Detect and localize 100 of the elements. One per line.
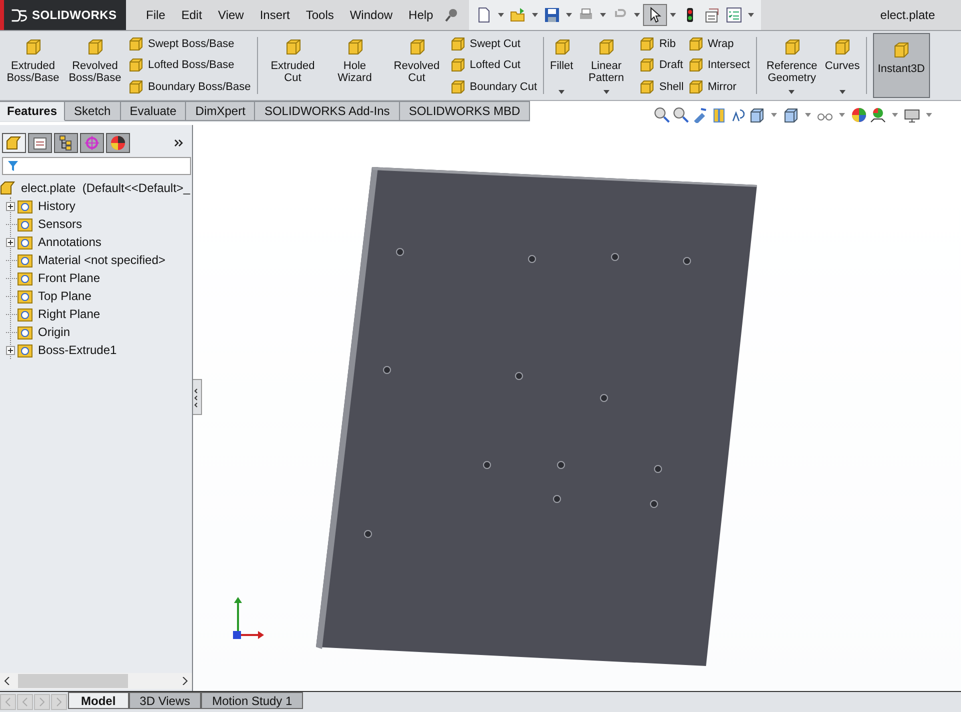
ribbon-button[interactable]: Curves <box>822 33 862 98</box>
save-icon[interactable] <box>544 7 560 23</box>
ribbon-button[interactable]: Instant3D <box>872 33 930 98</box>
expand-icon[interactable] <box>6 238 15 246</box>
command-tab[interactable]: Sketch <box>65 101 121 121</box>
filter-icon <box>7 160 19 172</box>
menu-item[interactable]: File <box>138 0 174 30</box>
tree-item[interactable]: Annotations <box>17 234 102 250</box>
caret-icon[interactable] <box>532 13 538 17</box>
double-chevron-icon[interactable] <box>174 139 184 147</box>
tree-item[interactable]: Right Plane <box>17 306 100 322</box>
manager-tab[interactable] <box>54 133 78 153</box>
menu-item[interactable]: Help <box>400 0 442 30</box>
monitor-icon[interactable] <box>904 107 920 123</box>
caret-icon[interactable] <box>634 13 640 17</box>
ribbon-button[interactable]: Mirror <box>688 79 750 96</box>
ribbon-button[interactable]: Extruded Boss/Base <box>2 33 64 98</box>
caret-icon[interactable] <box>838 90 846 94</box>
command-tab[interactable]: SOLIDWORKS Add-Ins <box>255 101 400 121</box>
options-icon[interactable] <box>704 7 720 23</box>
document-title: elect.plate <box>880 8 936 22</box>
caret-icon[interactable] <box>670 13 676 17</box>
caret-icon[interactable] <box>805 113 811 117</box>
command-tab[interactable]: Features <box>0 101 66 121</box>
ribbon-button[interactable]: Revolved Boss/Base <box>64 33 126 98</box>
scrollbar-thumb[interactable] <box>18 674 128 688</box>
caret-icon[interactable] <box>926 113 932 117</box>
ribbon-button[interactable]: Shell <box>639 79 684 96</box>
bottom-tab[interactable]: Model <box>68 692 129 709</box>
caret-icon[interactable] <box>558 90 566 94</box>
ribbon-button[interactable]: Hole Wizard <box>324 33 386 98</box>
zoom-area-icon[interactable] <box>673 107 689 123</box>
new-document-icon[interactable] <box>476 7 492 23</box>
expand-icon[interactable] <box>6 202 15 210</box>
ribbon-button[interactable]: Extruded Cut <box>262 33 324 98</box>
ribbon-button[interactable]: Wrap <box>688 36 750 52</box>
ribbon-button[interactable]: Swept Cut <box>450 36 537 52</box>
ribbon-button[interactable]: Boundary Boss/Base <box>128 79 251 96</box>
tree-item[interactable]: Material <not specified> <box>17 252 166 268</box>
display-style-icon[interactable] <box>783 107 799 123</box>
expand-icon[interactable] <box>6 346 15 354</box>
ribbon-button[interactable]: Swept Boss/Base <box>128 36 251 52</box>
zoom-to-fit-icon[interactable] <box>654 107 670 123</box>
ribbon-button[interactable]: Lofted Cut <box>450 57 537 74</box>
ribbon-button[interactable]: Draft <box>639 57 684 74</box>
select-button[interactable] <box>643 4 668 26</box>
menu-item[interactable]: View <box>210 0 252 30</box>
panel-collapse-handle[interactable] <box>193 379 202 415</box>
tree-item[interactable]: Front Plane <box>17 270 100 286</box>
bottom-tab[interactable]: 3D Views <box>128 692 202 709</box>
caret-icon[interactable] <box>748 13 754 17</box>
folder-icon <box>17 288 33 304</box>
section-view-icon[interactable] <box>711 107 727 123</box>
folder-icon <box>17 198 33 214</box>
caret-icon[interactable] <box>771 113 777 117</box>
bottom-tab[interactable]: Motion Study 1 <box>201 692 304 709</box>
manager-tab[interactable] <box>2 133 26 153</box>
caret-icon[interactable] <box>498 13 504 17</box>
command-tab[interactable]: Evaluate <box>120 101 186 121</box>
manager-tab[interactable] <box>28 133 52 153</box>
command-tab[interactable]: SOLIDWORKS MBD <box>400 101 530 121</box>
cube-icon <box>128 79 144 96</box>
ribbon-button[interactable]: Rib <box>639 36 684 52</box>
view-orientation-icon[interactable] <box>749 107 765 123</box>
folder-icon <box>17 324 33 340</box>
menu-item[interactable]: Insert <box>252 0 298 30</box>
command-tab[interactable]: DimXpert <box>186 101 256 121</box>
ribbon-button[interactable]: Fillet <box>548 33 576 98</box>
filter-field[interactable] <box>2 157 191 175</box>
tree-item[interactable]: Boss-Extrude1 <box>17 342 117 358</box>
caret-icon[interactable] <box>788 90 796 94</box>
folder-icon <box>17 216 33 232</box>
tree-item[interactable]: History <box>17 198 76 214</box>
menu-item[interactable]: Tools <box>298 0 342 30</box>
menu-item[interactable]: Window <box>342 0 401 30</box>
ribbon-button[interactable]: Linear Pattern <box>575 33 638 98</box>
caret-icon[interactable] <box>600 13 606 17</box>
ribbon-button[interactable]: Revolved Cut <box>386 33 448 98</box>
tree-item[interactable]: Top Plane <box>17 288 92 304</box>
open-folder-icon[interactable] <box>510 7 526 23</box>
folder-icon <box>17 342 33 358</box>
ribbon-button[interactable]: Reference Geometry <box>760 33 823 98</box>
ribbon-button[interactable]: Boundary Cut <box>450 79 537 96</box>
cube-icon <box>639 36 656 52</box>
cube-icon <box>639 79 656 96</box>
caret-icon[interactable] <box>566 13 572 17</box>
manager-tab[interactable] <box>106 133 130 153</box>
scene-icon[interactable] <box>870 107 886 123</box>
tree-item[interactable]: Origin <box>17 324 70 340</box>
caret-icon[interactable] <box>602 90 610 94</box>
ribbon-button[interactable]: Intersect <box>688 57 750 74</box>
horizontal-scrollbar[interactable] <box>0 673 192 689</box>
appearance-icon[interactable] <box>851 107 867 123</box>
checklist-icon[interactable] <box>726 7 742 23</box>
menu-item[interactable]: Edit <box>173 0 210 30</box>
tree-item[interactable]: elect.plate (Default<<Default>_ <box>0 179 192 197</box>
caret-icon[interactable] <box>892 113 898 117</box>
caret-icon[interactable] <box>839 113 845 117</box>
ribbon-button[interactable]: Lofted Boss/Base <box>128 57 251 74</box>
tree-item[interactable]: Sensors <box>17 216 82 232</box>
